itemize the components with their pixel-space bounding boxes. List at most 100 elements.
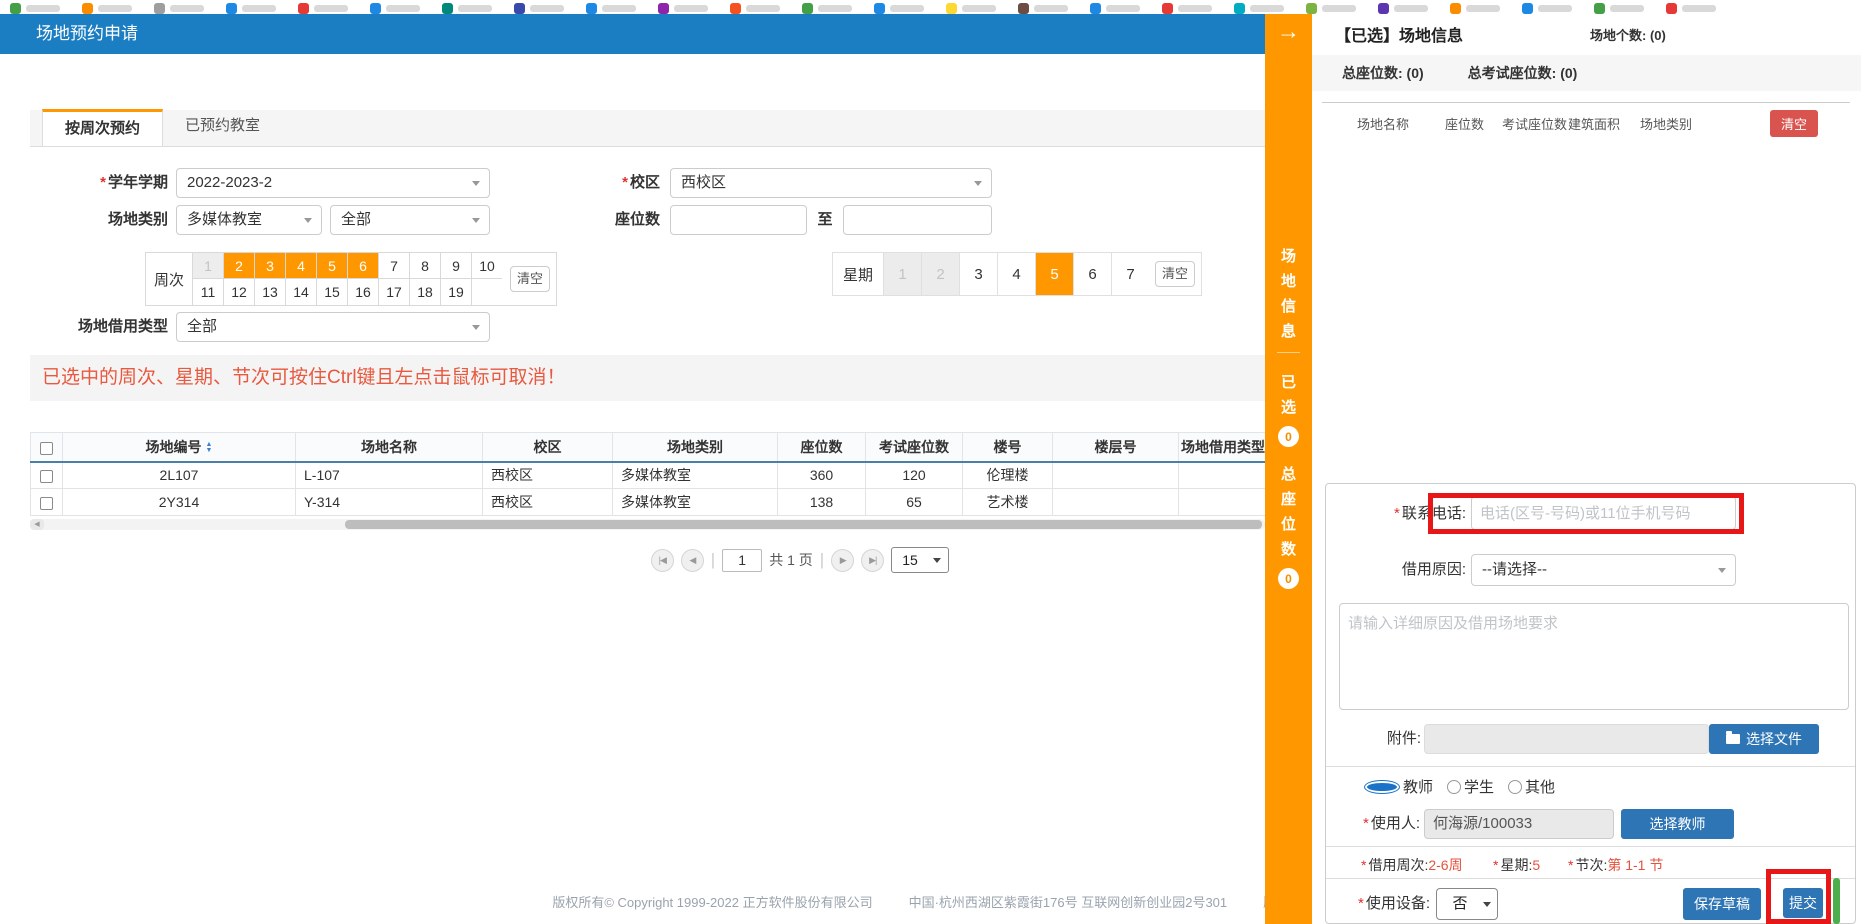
table-row[interactable]: 2L107L-107西校区多媒体教室360120伦理楼 [31, 462, 1266, 489]
tab-reserved-rooms[interactable]: 已预约教室 [163, 109, 282, 146]
choose-teacher-button[interactable]: 选择教师 [1621, 809, 1734, 839]
bookmark-item[interactable] [1090, 3, 1140, 14]
week-cell-16[interactable]: 16 [347, 279, 378, 305]
bookmark-item[interactable] [514, 3, 564, 14]
first-page-button[interactable]: |◀ [651, 549, 674, 572]
weekday-cell-3[interactable]: 3 [959, 253, 997, 295]
choose-file-button[interactable]: 选择文件 [1709, 724, 1819, 754]
radio-icon[interactable] [1447, 780, 1461, 794]
bookmark-item[interactable] [658, 3, 708, 14]
select-all-checkbox[interactable] [40, 442, 53, 455]
weeks-clear-button[interactable]: 清空 [510, 266, 550, 292]
scrollbar-thumb[interactable] [345, 520, 1262, 529]
bookmark-item[interactable] [1594, 3, 1644, 14]
panel-clear-button[interactable]: 清空 [1770, 110, 1818, 137]
prev-page-button[interactable]: ◀ [681, 549, 704, 572]
borrow-type-select[interactable]: 全部 [176, 312, 490, 342]
bookmark-item[interactable] [1450, 3, 1500, 14]
bookmark-item[interactable] [154, 3, 204, 14]
phone-input[interactable] [1471, 496, 1736, 530]
seats-max-input[interactable] [843, 205, 992, 235]
week-cell-12[interactable]: 12 [223, 279, 254, 305]
weekday-cell-1[interactable]: 1 [883, 253, 921, 295]
bookmark-item[interactable] [874, 3, 924, 14]
collapse-arrow-icon[interactable]: → [1265, 18, 1312, 45]
bookmark-item[interactable] [298, 3, 348, 14]
save-draft-button[interactable]: 保存草稿 [1683, 888, 1761, 920]
favicon-icon [370, 3, 381, 14]
reason-select[interactable]: --请选择-- [1471, 554, 1736, 586]
bookmark-item[interactable] [10, 3, 60, 14]
page-number-input[interactable] [722, 549, 762, 572]
term-select[interactable]: 2022-2023-2 [176, 168, 490, 198]
bookmark-item[interactable] [1162, 3, 1212, 14]
category-select[interactable]: 多媒体教室 [176, 205, 322, 235]
horizontal-scrollbar[interactable]: ◀ [30, 519, 1265, 530]
radio-icon[interactable] [1508, 780, 1522, 794]
week-cell-13[interactable]: 13 [254, 279, 285, 305]
bookmark-item[interactable] [226, 3, 276, 14]
row-checkbox[interactable] [40, 470, 53, 483]
weekday-cell-5[interactable]: 5 [1035, 253, 1073, 295]
weekday-cell-4[interactable]: 4 [997, 253, 1035, 295]
column-header-1[interactable]: 场地编号▲▼ [63, 433, 296, 462]
week-cell-17[interactable]: 17 [378, 279, 409, 305]
week-cell-8[interactable]: 8 [409, 253, 440, 279]
table-row[interactable]: 2Y314Y-314西校区多媒体教室13865艺术楼 [31, 489, 1266, 516]
week-cell-9[interactable]: 9 [440, 253, 471, 279]
bookmark-item[interactable] [1018, 3, 1068, 14]
weekday-cell-7[interactable]: 7 [1111, 253, 1149, 295]
page-size-select[interactable]: 15 [891, 547, 949, 573]
bookmark-title-placeholder [242, 5, 276, 12]
week-cell-19[interactable]: 19 [440, 279, 471, 305]
bookmark-item[interactable] [802, 3, 852, 14]
bookmark-item[interactable] [1306, 3, 1356, 14]
bookmark-item[interactable] [442, 3, 492, 14]
row-checkbox[interactable] [40, 497, 53, 510]
week-cell-10[interactable]: 10 [471, 253, 502, 279]
detail-reason-textarea[interactable] [1339, 603, 1849, 710]
weekday-clear-button[interactable]: 清空 [1155, 261, 1195, 287]
tab-by-week[interactable]: 按周次预约 [42, 109, 163, 146]
bookmark-item[interactable] [946, 3, 996, 14]
submit-button[interactable]: 提交 [1783, 888, 1823, 918]
bookmark-item[interactable] [1666, 3, 1716, 14]
week-cell-7[interactable]: 7 [378, 253, 409, 279]
week-cell-4[interactable]: 4 [285, 253, 316, 279]
week-cell-3[interactable]: 3 [254, 253, 285, 279]
bookmark-item[interactable] [370, 3, 420, 14]
week-cell-5[interactable]: 5 [316, 253, 347, 279]
bookmark-item[interactable] [1522, 3, 1572, 14]
week-cell-18[interactable]: 18 [409, 279, 440, 305]
sort-icon[interactable]: ▲▼ [206, 442, 213, 454]
chevron-down-icon [1718, 568, 1726, 577]
role-option-教师[interactable]: 教师 [1364, 776, 1433, 797]
table-cell: 西校区 [483, 462, 613, 489]
week-cell-6[interactable]: 6 [347, 253, 378, 279]
attachment-input[interactable] [1424, 724, 1709, 754]
week-cell-15[interactable]: 15 [316, 279, 347, 305]
scroll-left-icon[interactable]: ◀ [30, 519, 44, 530]
last-page-button[interactable]: ▶| [861, 549, 884, 572]
user-input[interactable]: 何海源/100033 [1424, 809, 1614, 839]
week-cell-2[interactable]: 2 [223, 253, 254, 279]
week-cell-11[interactable]: 11 [192, 279, 223, 305]
bookmark-item[interactable] [82, 3, 132, 14]
device-select[interactable]: 否 [1436, 888, 1498, 920]
role-option-学生[interactable]: 学生 [1447, 776, 1494, 797]
category-sub-select[interactable]: 全部 [330, 205, 490, 235]
week-cell-14[interactable]: 14 [285, 279, 316, 305]
next-page-button[interactable]: ▶ [831, 549, 854, 572]
bookmark-item[interactable] [1378, 3, 1428, 14]
radio-icon[interactable] [1364, 780, 1400, 794]
week-cell-1[interactable]: 1 [192, 253, 223, 279]
seats-min-input[interactable] [670, 205, 807, 235]
weekday-cell-6[interactable]: 6 [1073, 253, 1111, 295]
role-option-其他[interactable]: 其他 [1508, 776, 1555, 797]
campus-select[interactable]: 西校区 [670, 168, 992, 198]
scrollbar-thumb-green[interactable] [1833, 878, 1840, 924]
bookmark-item[interactable] [1234, 3, 1284, 14]
bookmark-item[interactable] [586, 3, 636, 14]
bookmark-item[interactable] [730, 3, 780, 14]
weekday-cell-2[interactable]: 2 [921, 253, 959, 295]
